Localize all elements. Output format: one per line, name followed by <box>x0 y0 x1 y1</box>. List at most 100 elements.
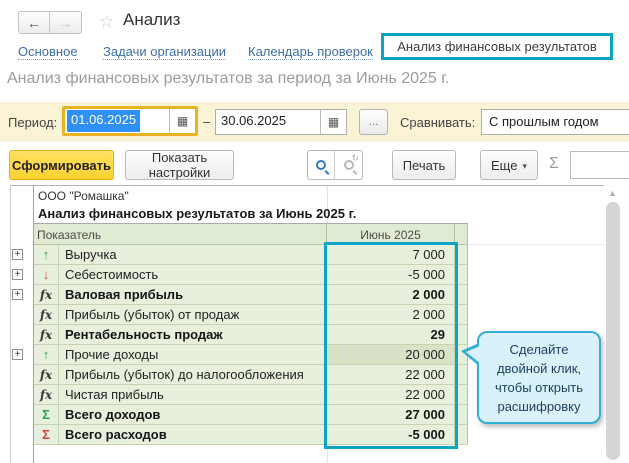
table-row[interactable]: fxВаловая прибыль2 000 <box>34 285 468 305</box>
table-row[interactable]: fxРентабельность продаж29 <box>34 325 468 345</box>
table-row[interactable]: ↓Себестоимость-5 000 <box>34 265 468 285</box>
row-label[interactable]: Прибыль (убыток) до налогообложения <box>59 365 327 384</box>
compare-select[interactable]: С прошлым годом <box>481 109 629 135</box>
generate-button[interactable]: Сформировать <box>9 150 114 180</box>
column-header-pad <box>455 224 467 244</box>
nav-link-main[interactable]: Основное <box>18 44 78 60</box>
forward-button[interactable]: → <box>50 12 81 33</box>
callout-text: Сделайте <box>479 340 599 359</box>
table-row[interactable]: fxПрибыль (убыток) от продаж2 000 <box>34 305 468 325</box>
row-value[interactable]: -5 000 <box>327 425 455 444</box>
search-button[interactable] <box>308 151 335 179</box>
row-value[interactable]: 20 000 <box>327 345 455 364</box>
arrow-down-icon: ↓ <box>34 265 59 284</box>
column-divider <box>327 445 328 463</box>
callout-tail <box>466 346 480 363</box>
row-pad-cell <box>455 305 467 324</box>
row-label[interactable]: Чистая прибыль <box>59 385 327 404</box>
sum-field[interactable] <box>570 151 629 179</box>
callout-bubble: Сделайте двойной клик, чтобы открыть рас… <box>477 331 601 424</box>
row-label[interactable]: Всего расходов <box>59 425 327 444</box>
fx-icon: fx <box>34 365 59 384</box>
nav-link-calendar[interactable]: Календарь проверок <box>248 44 373 60</box>
column-header-indicator[interactable]: Показатель <box>34 224 327 244</box>
calendar-icon[interactable]: ▦ <box>320 110 346 134</box>
date-from-value: 01.06.2025 <box>67 110 140 132</box>
sigma-icon: Σ <box>549 155 559 173</box>
period-label: Период: <box>8 115 57 130</box>
row-value[interactable]: 29 <box>327 325 455 344</box>
search-button-group: ↻ <box>307 150 363 180</box>
chevron-down-icon: ▾ <box>522 159 527 172</box>
table-row[interactable]: ΣВсего доходов27 000 <box>34 405 468 425</box>
table-row[interactable]: ΣВсего расходов-5 000 <box>34 425 468 445</box>
table-row[interactable]: fxЧистая прибыль22 000 <box>34 385 468 405</box>
scroll-up-icon[interactable]: ▲ <box>608 188 617 198</box>
fx-icon: fx <box>34 285 59 304</box>
table-row[interactable]: fxПрибыль (убыток) до налогообложения22 … <box>34 365 468 385</box>
row-label[interactable]: Прочие доходы <box>59 345 327 364</box>
scrollbar-thumb[interactable] <box>606 202 620 460</box>
expand-button[interactable]: + <box>12 349 23 360</box>
row-label[interactable]: Выручка <box>59 245 327 264</box>
date-from-field-focus: 01.06.2025 ▦ <box>62 106 198 136</box>
more-button[interactable]: Еще ▾ <box>480 150 538 180</box>
row-value[interactable]: -5 000 <box>327 265 455 284</box>
callout-text: чтобы открыть <box>479 378 599 397</box>
back-arrow-icon: ← <box>27 15 41 31</box>
row-pad-cell <box>455 245 467 264</box>
table-header-row[interactable]: Показатель Июнь 2025 <box>34 223 468 245</box>
callout-text: расшифровку <box>479 397 599 416</box>
expand-button[interactable]: + <box>12 269 23 280</box>
row-value[interactable]: 7 000 <box>327 245 455 264</box>
row-label[interactable]: Рентабельность продаж <box>59 325 327 344</box>
date-range-dash: – <box>203 114 210 129</box>
row-label[interactable]: Себестоимость <box>59 265 327 284</box>
table-row[interactable]: ↑Прочие доходы20 000 <box>34 345 468 365</box>
row-value[interactable]: 27 000 <box>327 405 455 424</box>
gutter-line <box>10 185 11 463</box>
callout-text: двойной клик, <box>479 359 599 378</box>
column-header-period[interactable]: Июнь 2025 <box>327 224 455 244</box>
table-row[interactable]: ↑Выручка7 000 <box>34 245 468 265</box>
row-label[interactable]: Прибыль (убыток) от продаж <box>59 305 327 324</box>
repeat-arrow-icon: ↻ <box>351 153 359 164</box>
row-value[interactable]: 22 000 <box>327 385 455 404</box>
company-name: ООО "Ромашка" <box>34 186 468 204</box>
arrow-up-icon: ↑ <box>34 345 59 364</box>
row-pad-cell <box>455 405 467 424</box>
more-button-label: Еще <box>491 158 517 173</box>
report-title: Анализ финансовых результатов за Июнь 20… <box>34 204 468 223</box>
back-button[interactable]: ← <box>19 12 50 33</box>
row-pad-cell <box>455 365 467 384</box>
show-settings-button[interactable]: Показать настройки <box>125 150 234 180</box>
row-pad-cell <box>455 285 467 304</box>
row-pad-cell <box>455 385 467 404</box>
row-label[interactable]: Всего доходов <box>59 405 327 424</box>
favorite-star-icon[interactable]: ☆ <box>99 12 114 32</box>
calendar-icon[interactable]: ▦ <box>169 109 195 133</box>
arrow-up-icon: ↑ <box>34 245 59 264</box>
table-body: ↑Выручка7 000↓Себестоимость-5 000fxВалов… <box>34 245 468 445</box>
fx-icon: fx <box>34 385 59 404</box>
date-picker-button[interactable]: ... <box>359 109 388 135</box>
fx-icon: fx <box>34 305 59 324</box>
print-button[interactable]: Печать <box>392 150 456 180</box>
sigma-green-icon: Σ <box>34 405 59 424</box>
compare-label: Сравнивать: <box>400 115 475 130</box>
expand-button[interactable]: + <box>12 249 23 260</box>
row-value[interactable]: 2 000 <box>327 285 455 304</box>
date-to-field[interactable]: 30.06.2025 ▦ <box>215 109 347 135</box>
active-tab-financial-analysis[interactable]: Анализ финансовых результатов <box>381 33 613 60</box>
window-title: Анализ <box>123 10 180 30</box>
row-value[interactable]: 2 000 <box>327 305 455 324</box>
row-label[interactable]: Валовая прибыль <box>59 285 327 304</box>
row-pad-cell <box>455 325 467 344</box>
repeat-search-button[interactable]: ↻ <box>335 151 362 179</box>
date-from-field[interactable]: 01.06.2025 ▦ <box>65 109 195 133</box>
expand-button[interactable]: + <box>12 289 23 300</box>
report-table: ООО "Ромашка" Анализ финансовых результа… <box>34 186 468 445</box>
date-to-value: 30.06.2025 <box>216 110 320 134</box>
nav-link-tasks[interactable]: Задачи организации <box>103 44 226 60</box>
row-value[interactable]: 22 000 <box>327 365 455 384</box>
